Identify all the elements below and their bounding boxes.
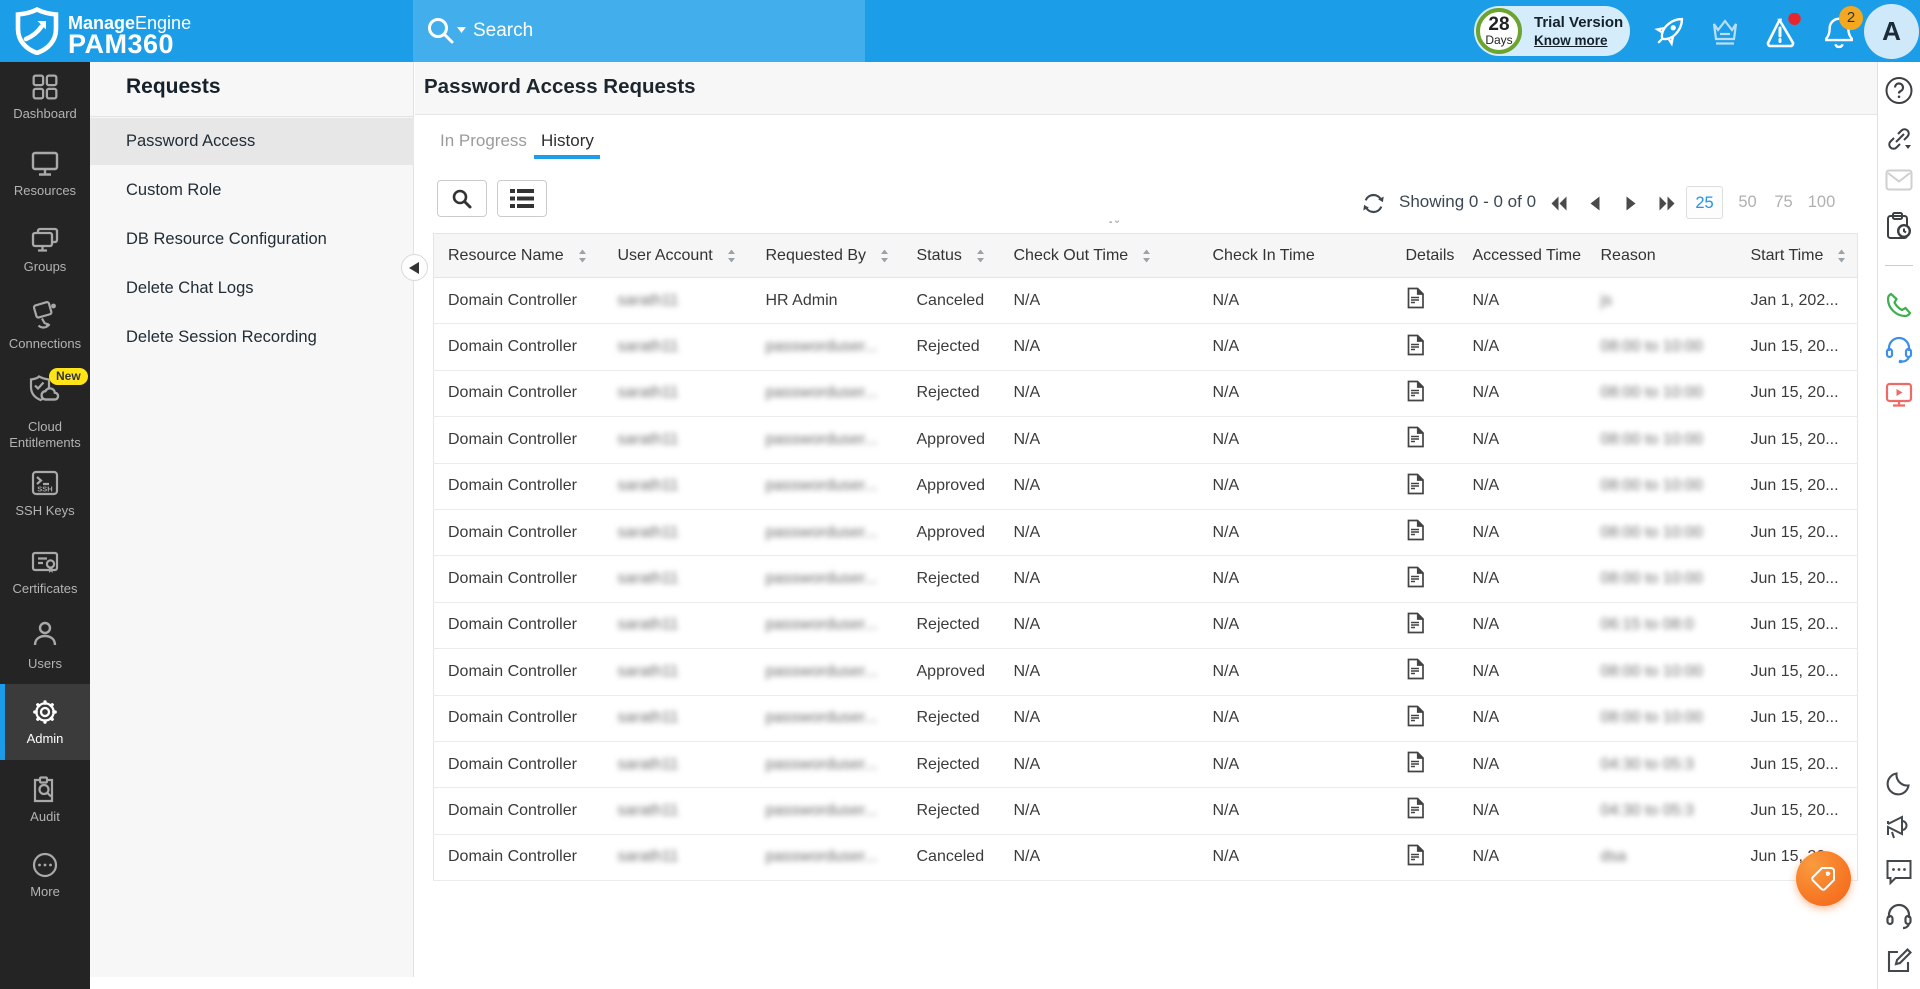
svg-text:SSH: SSH	[37, 485, 52, 494]
